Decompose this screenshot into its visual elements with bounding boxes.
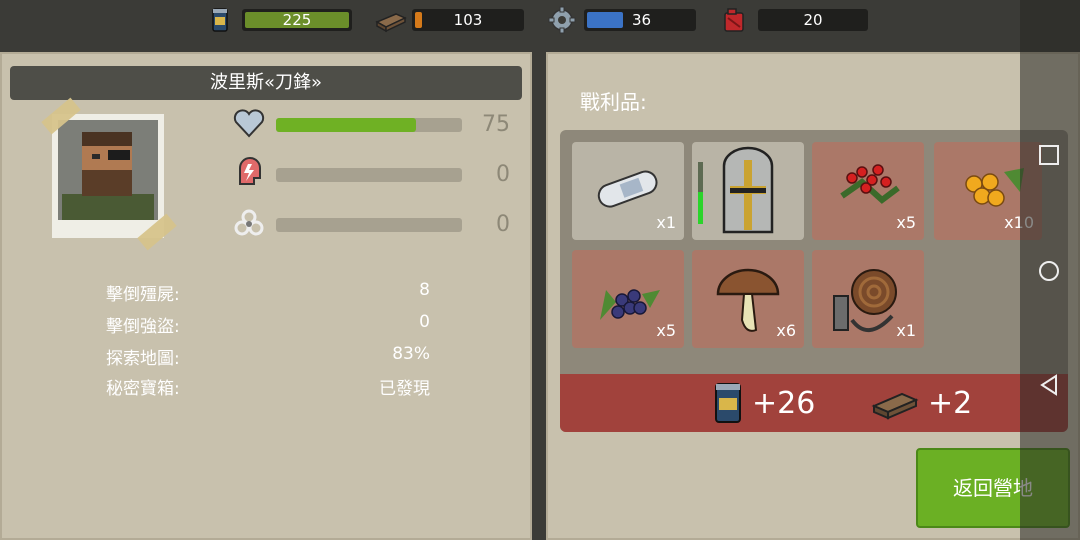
durability-fill	[698, 192, 703, 224]
avatar	[58, 120, 158, 220]
heart-icon	[233, 109, 265, 138]
survivor-portrait	[41, 97, 177, 251]
loot-slot-helmet[interactable]	[692, 142, 804, 240]
stress-value: 0	[496, 162, 510, 187]
resource-bar: 225 103 36 20	[0, 0, 1080, 52]
biohazard-icon	[234, 209, 264, 236]
loot-slot-bandage[interactable]: x1	[572, 142, 684, 240]
stat-label: 探索地圖:	[106, 349, 180, 369]
infection-value: 0	[496, 212, 510, 237]
food-value: 225	[282, 11, 312, 29]
back-icon[interactable]	[1038, 374, 1060, 396]
loot-qty: x5	[896, 213, 916, 232]
stat-label: 秘密寶箱:	[106, 379, 180, 399]
stat-value: 8	[419, 280, 430, 300]
gear-icon	[548, 6, 576, 34]
wood-plank-icon	[871, 392, 919, 420]
reward-bar: +26 +2	[560, 374, 1068, 432]
loot-qty: x5	[656, 321, 676, 340]
loot-slot-blueberries[interactable]: x5	[572, 250, 684, 348]
parts-bar-fill	[587, 12, 623, 28]
panel-divider	[532, 52, 546, 540]
loot-slot-rope[interactable]: x1	[812, 250, 924, 348]
food-bar: 225	[242, 9, 352, 31]
knight-helmet-icon	[722, 146, 774, 234]
loot-slot-red-berries[interactable]: x5	[812, 142, 924, 240]
reward-wood-value: +2	[928, 386, 973, 421]
reward-food-value: +26	[752, 386, 816, 421]
canned-food-icon	[212, 8, 228, 32]
stat-value: 已發現	[379, 379, 430, 399]
wood-plank-icon	[375, 13, 407, 33]
health-value: 75	[482, 112, 510, 137]
stat-label: 擊倒強盜:	[106, 317, 180, 337]
parts-value: 36	[632, 11, 652, 29]
stat-value: 83%	[392, 344, 430, 364]
infection-bar	[276, 218, 462, 232]
home-icon[interactable]	[1038, 260, 1060, 282]
stat-value: 0	[419, 312, 430, 332]
stress-head-icon	[239, 157, 261, 185]
fuel-can-icon	[724, 8, 744, 32]
survivor-name: 波里斯«刀鋒»	[10, 66, 522, 100]
stat-label: 擊倒殭屍:	[106, 285, 180, 305]
health-bar-fill	[276, 118, 416, 132]
recent-apps-icon[interactable]	[1038, 144, 1060, 166]
stress-bar	[276, 168, 462, 182]
loot-qty: x6	[776, 321, 796, 340]
wood-bar: 103	[412, 9, 524, 31]
system-nav-bar	[1020, 0, 1080, 540]
parts-bar: 36	[584, 9, 696, 31]
fuel-bar: 20	[758, 9, 868, 31]
wood-value: 103	[453, 11, 483, 29]
health-bar	[276, 118, 462, 132]
loot-qty: x1	[896, 321, 916, 340]
loot-panel: 戰利品: x1 x5 x5 x6 x1 +26 +2 返回營地	[546, 52, 1080, 540]
survivor-panel: 波里斯«刀鋒» 75 0 0 擊倒殭屍: 8 擊倒強盜: 0 探索地圖: 83%…	[0, 52, 532, 540]
fuel-value: 20	[803, 11, 823, 29]
loot-qty: x1	[656, 213, 676, 232]
loot-title: 戰利品:	[580, 90, 647, 114]
loot-slot-mushroom[interactable]: x6	[692, 250, 804, 348]
canned-food-icon	[715, 383, 741, 423]
durability-bar	[698, 162, 703, 224]
